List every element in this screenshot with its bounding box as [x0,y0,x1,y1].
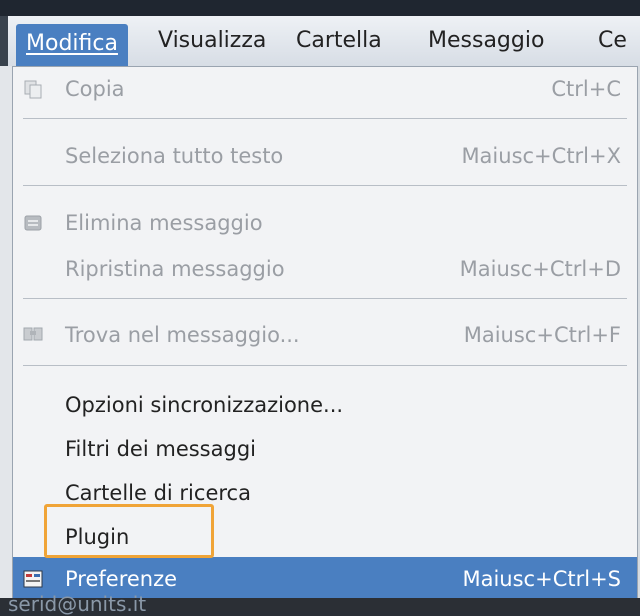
menu-messaggio-label: Messaggio [428,28,545,53]
menu-separator [23,118,627,119]
menu-item-label: Copia [65,77,125,101]
menubar-left-edge [0,16,8,66]
menu-ce-label: Ce [598,28,627,53]
menu-item-shortcut: Maiusc+Ctrl+D [459,257,621,281]
menu-item-filtri-dei-messaggi[interactable]: Filtri dei messaggi [13,427,637,471]
menubar: Modifica Visualizza Cartella Messaggio C… [0,16,640,67]
menu-messaggio[interactable]: Messaggio [428,24,544,58]
background-email-address: serid@units.it [8,592,147,616]
menu-item-trova-nel-messaggio[interactable]: Trova nel messaggio... Maiusc+Ctrl+F [13,313,637,357]
preferenze-highlight-box [44,504,214,558]
menu-item-elimina-messaggio[interactable]: Elimina messaggio [13,201,637,245]
copy-icon [23,79,43,99]
window-top-background [0,0,640,16]
menu-separator [23,185,627,186]
menu-separator [23,298,627,299]
menu-item-ripristina-messaggio[interactable]: Ripristina messaggio Maiusc+Ctrl+D [13,247,637,291]
menu-item-copia[interactable]: Copia Ctrl+C [13,67,637,111]
menu-item-opzioni-sincronizzazione[interactable]: Opzioni sincronizzazione... [13,383,637,427]
menu-item-shortcut: Maiusc+Ctrl+F [463,323,621,347]
menu-ce[interactable]: Ce [598,24,627,58]
find-icon [23,325,43,345]
menu-separator [23,365,627,366]
menu-visualizza[interactable]: Visualizza [158,24,266,58]
trash-icon [23,213,43,233]
menu-item-shortcut: Maiusc+Ctrl+X [461,144,621,168]
menu-visualizza-label: Visualizza [158,28,267,53]
menu-cartella[interactable]: Cartella [296,24,382,58]
menu-item-label: Elimina messaggio [65,211,263,235]
menu-modifica-label: Modifica [26,31,118,56]
menu-item-label: Filtri dei messaggi [65,437,256,461]
menu-item-shortcut: Maiusc+Ctrl+S [462,567,621,591]
menu-item-shortcut: Ctrl+C [551,77,621,101]
menu-item-label: Trova nel messaggio... [65,323,300,347]
preferences-icon [23,569,43,589]
menu-item-label: Seleziona tutto testo [65,144,284,168]
menu-modifica[interactable]: Modifica [16,24,128,66]
menu-item-label: Ripristina messaggio [65,257,285,281]
menu-item-seleziona-tutto-testo[interactable]: Seleziona tutto testo Maiusc+Ctrl+X [13,134,637,178]
menu-cartella-label: Cartella [296,28,382,53]
menu-item-label: Opzioni sincronizzazione... [65,393,344,417]
